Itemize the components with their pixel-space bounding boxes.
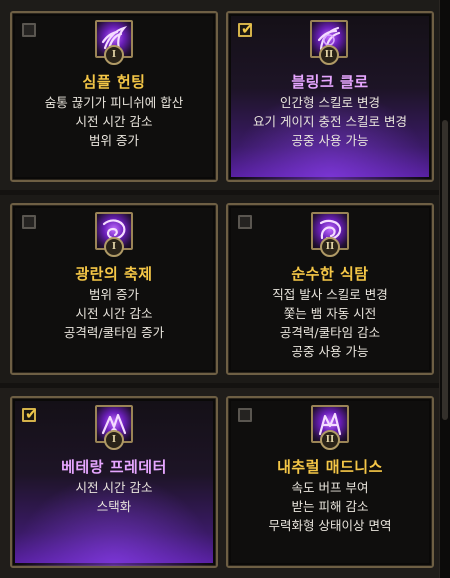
description-line: 직접 발사 스킬로 변경 <box>272 287 388 302</box>
description-line: 요기 게이지 충전 스킬로 변경 <box>253 114 407 129</box>
tier-badge: I <box>104 45 124 65</box>
skill-option-card-simple-hunting[interactable]: I 심플 헌팅 숨통 끊기가 피니쉬에 합산 시전 시간 감소 범위 증가 <box>10 11 218 182</box>
description-line: 속도 버프 부여 <box>291 480 369 495</box>
scrollbar-thumb[interactable] <box>442 120 448 420</box>
description-line: 시전 시간 감소 <box>75 114 153 129</box>
tier-badge: II <box>320 430 340 450</box>
skill-option-description: 범위 증가 시전 시간 감소 공격력/쿨타임 증가 <box>12 285 216 342</box>
tier-badge: II <box>319 45 339 65</box>
skill-option-description: 시전 시간 감소 스택화 <box>12 478 216 516</box>
skill-option-title: 심플 헌팅 <box>82 73 146 91</box>
description-line: 범위 증가 <box>89 133 139 148</box>
skill-option-checkbox[interactable] <box>238 408 252 422</box>
skill-option-description: 숨통 끊기가 피니쉬에 합산 시전 시간 감소 범위 증가 <box>12 93 216 150</box>
skill-option-card-veteran-predator[interactable]: ✔ I 베테랑 프레데터 시전 시간 감소 스택화 <box>10 396 218 568</box>
description-line: 공격력/쿨타임 증가 <box>63 325 165 340</box>
claw-tier2-icon: II <box>310 20 348 65</box>
checkmark-icon: ✔ <box>25 405 38 423</box>
description-line: 공중 사용 가능 <box>291 344 369 359</box>
skill-option-title: 광란의 축제 <box>75 265 153 283</box>
skill-option-checkbox[interactable] <box>238 215 252 229</box>
skill-option-description: 인간형 스킬로 변경 요기 게이지 충전 스킬로 변경 공중 사용 가능 <box>228 93 432 150</box>
description-line: 공중 사용 가능 <box>291 133 369 148</box>
predator-tier1-icon: I <box>95 405 133 450</box>
description-line: 스택화 <box>96 499 132 514</box>
checkmark-icon: ✔ <box>241 20 254 38</box>
skill-option-card-pure-gluttony[interactable]: II 순수한 식탐 직접 발사 스킬로 변경 쫓는 뱀 자동 시전 공격력/쿨타… <box>226 203 434 375</box>
description-line: 범위 증가 <box>89 287 139 302</box>
skill-option-description: 직접 발사 스킬로 변경 쫓는 뱀 자동 시전 공격력/쿨타임 감소 공중 사용… <box>228 285 432 361</box>
description-line: 인간형 스킬로 변경 <box>280 95 380 110</box>
frenzy-tier1-icon: I <box>95 212 133 257</box>
description-line: 공격력/쿨타임 감소 <box>279 325 381 340</box>
description-line: 숨통 끊기가 피니쉬에 합산 <box>44 95 184 110</box>
description-line: 받는 피해 감소 <box>291 499 369 514</box>
description-line: 무력화형 상태이상 면역 <box>268 518 392 533</box>
description-line: 쫓는 뱀 자동 시전 <box>283 306 377 321</box>
description-line: 시전 시간 감소 <box>75 480 153 495</box>
skill-option-checkbox[interactable] <box>22 215 36 229</box>
claw-tier1-icon: I <box>95 20 133 65</box>
skill-option-card-natural-madness[interactable]: II 내추럴 매드니스 속도 버프 부여 받는 피해 감소 무력화형 상태이상 … <box>226 396 434 568</box>
skill-option-card-blink-claw[interactable]: ✔ II 블링크 클로 인간형 스킬로 변경 요기 게이지 충전 스킬로 변경 … <box>226 11 434 182</box>
skill-option-title: 베테랑 프레데터 <box>61 458 167 476</box>
skill-option-title: 순수한 식탐 <box>291 265 369 283</box>
predator-tier2-icon: II <box>311 405 349 450</box>
skill-option-title: 블링크 클로 <box>291 73 369 91</box>
tier-badge: I <box>104 237 124 257</box>
vertical-scrollbar[interactable] <box>439 0 450 578</box>
skill-option-checkbox[interactable]: ✔ <box>238 20 254 38</box>
tier-badge: II <box>320 237 340 257</box>
skill-option-checkbox[interactable]: ✔ <box>22 405 38 423</box>
tier-badge: I <box>104 430 124 450</box>
skill-option-description: 속도 버프 부여 받는 피해 감소 무력화형 상태이상 면역 <box>228 478 432 535</box>
skill-option-title: 내추럴 매드니스 <box>277 458 383 476</box>
description-line: 시전 시간 감소 <box>75 306 153 321</box>
skill-option-card-frenzy-festival[interactable]: I 광란의 축제 범위 증가 시전 시간 감소 공격력/쿨타임 증가 <box>10 203 218 375</box>
frenzy-tier2-icon: II <box>311 212 349 257</box>
skill-option-checkbox[interactable] <box>22 23 36 37</box>
